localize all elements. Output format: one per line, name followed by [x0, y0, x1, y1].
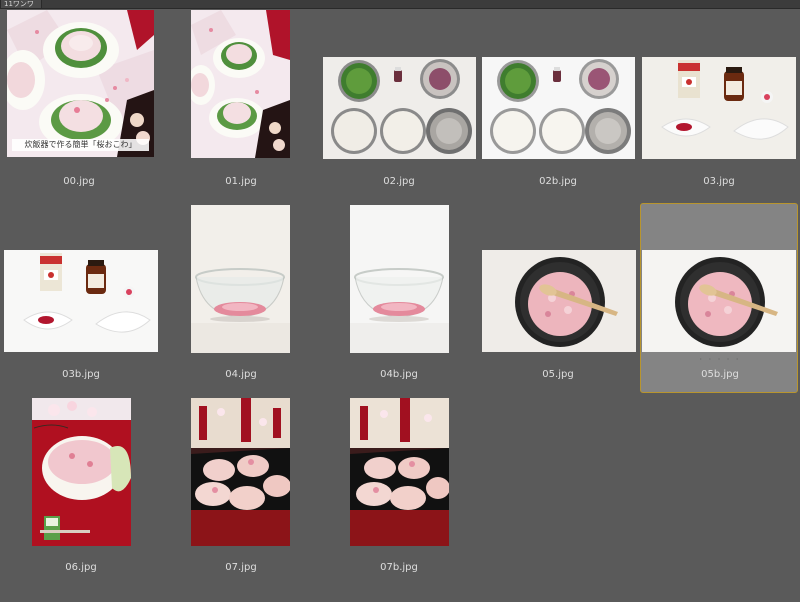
thumbnail-filename: 05.jpg: [542, 369, 574, 380]
thumbnail-cell[interactable]: 02.jpg: [320, 10, 478, 200]
thumbnail-filename: 04.jpg: [225, 369, 257, 380]
thumbnail-cell[interactable]: 02b.jpg: [479, 10, 637, 200]
thumbnail-cell[interactable]: 06.jpg: [2, 396, 160, 586]
selection-dots: · · · · ·: [699, 355, 741, 364]
thumbnail-image-05b: [642, 250, 796, 352]
thumbnail-image-03: [642, 57, 796, 159]
thumbnail-filename: 01.jpg: [225, 176, 257, 187]
thumbnail-filename: 05b.jpg: [701, 369, 739, 380]
folder-tab[interactable]: 11ワンワ: [0, 0, 42, 9]
thumbnail-image-04b: [350, 205, 449, 353]
thumbnail-image-00: 炊飯器で作る簡単「桜おこわ」: [7, 10, 154, 157]
thumbnail-filename: 03b.jpg: [62, 369, 100, 380]
thumbnail-cell[interactable]: 炊飯器で作る簡単「桜おこわ」 00.jpg: [7, 10, 165, 200]
thumbnail-filename: 00.jpg: [63, 176, 95, 187]
thumbnail-cell[interactable]: 05.jpg: [479, 203, 637, 393]
thumbnail-filename: 02b.jpg: [539, 176, 577, 187]
thumbnail-cell[interactable]: 07.jpg: [162, 396, 320, 586]
thumbnail-image-03b: [4, 250, 158, 352]
thumbnail-filename: 06.jpg: [65, 562, 97, 573]
thumbnail-filename: 07.jpg: [225, 562, 257, 573]
thumbnail-image-04: [191, 205, 290, 353]
thumbnail-filename: 02.jpg: [383, 176, 415, 187]
thumbnail-overlay-text: 炊飯器で作る簡単「桜おこわ」: [12, 139, 149, 151]
thumbnail-image-02b: [482, 57, 635, 159]
thumbnail-cell[interactable]: 07b.jpg: [320, 396, 478, 586]
thumbnail-image-01: [191, 10, 290, 158]
thumbnail-filename: 07b.jpg: [380, 562, 418, 573]
thumbnail-image-05: [482, 250, 636, 352]
thumbnail-image-06: [32, 398, 131, 546]
thumbnail-cell[interactable]: 04.jpg: [162, 203, 320, 393]
thumbnail-cell[interactable]: 03.jpg: [640, 10, 798, 200]
thumbnail-filename: 03.jpg: [703, 176, 735, 187]
top-bar: 11ワンワ: [0, 0, 800, 9]
thumbnail-cell[interactable]: 01.jpg: [162, 10, 320, 200]
thumbnail-image-07b: [350, 398, 449, 546]
thumbnail-cell[interactable]: 03b.jpg: [2, 203, 160, 393]
thumbnail-cell-selected[interactable]: · · · · · 05b.jpg: [640, 203, 798, 393]
thumbnail-cell[interactable]: 04b.jpg: [320, 203, 478, 393]
thumbnail-image-02: [323, 57, 476, 159]
thumbnail-image-07: [191, 398, 290, 546]
thumbnail-filename: 04b.jpg: [380, 369, 418, 380]
